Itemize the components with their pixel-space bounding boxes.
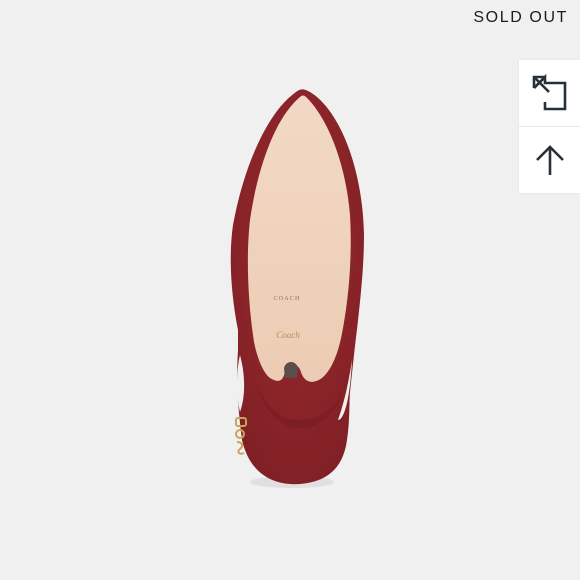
product-image-viewer: COACH Coach SOLD OUT — [0, 0, 580, 580]
arrow-up-icon — [535, 145, 564, 175]
sole-brand-text: COACH — [273, 296, 300, 302]
heel-tip — [284, 362, 298, 378]
share-button[interactable] — [519, 60, 580, 126]
product-image-shoe: COACH Coach — [230, 89, 364, 488]
side-action-panel — [519, 60, 580, 193]
scroll-to-top-button[interactable] — [519, 126, 580, 193]
sole-logo-text: Coach — [276, 330, 300, 340]
share-icon — [532, 74, 566, 111]
sold-out-label: SOLD OUT — [473, 9, 568, 26]
